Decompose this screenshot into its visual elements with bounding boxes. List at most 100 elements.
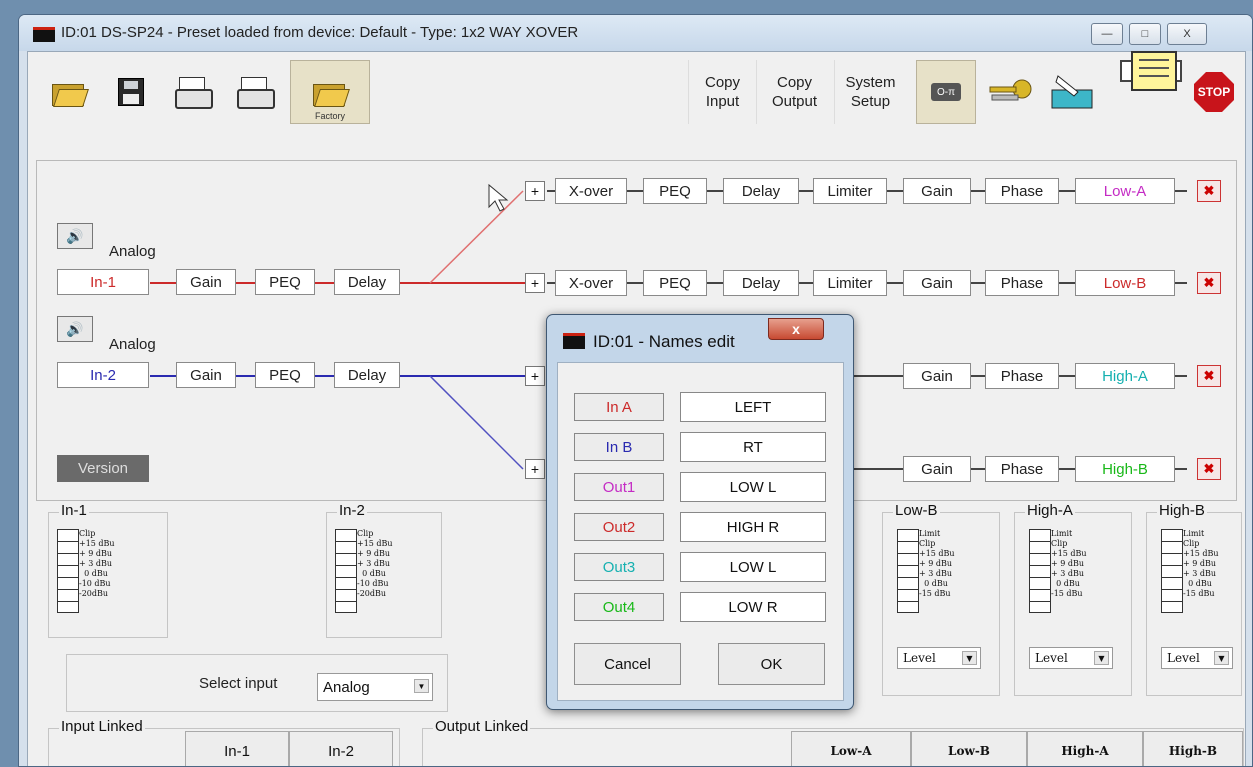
out3-phase-button[interactable]: Phase xyxy=(985,363,1059,389)
select-input-label: Select input xyxy=(199,675,278,692)
keys-button[interactable] xyxy=(980,60,1040,124)
lowb-level-select[interactable]: Level ▼ xyxy=(897,647,981,669)
stop-button[interactable]: STOP xyxy=(1186,60,1242,124)
notes-button[interactable] xyxy=(1120,51,1182,91)
maximize-button[interactable]: □ xyxy=(1129,23,1161,45)
speaker-icon-in1[interactable]: 🔊 xyxy=(57,223,93,249)
out3-name-box[interactable]: High-A xyxy=(1075,363,1175,389)
out4-gain-button[interactable]: Gain xyxy=(903,456,971,482)
version-button[interactable]: Version xyxy=(57,455,149,482)
input1-type: Analog xyxy=(109,243,156,260)
link-higha-button[interactable]: High-A xyxy=(1027,731,1143,766)
link-in1-button[interactable]: In-1 xyxy=(185,731,289,766)
out2-peq-button[interactable]: PEQ xyxy=(643,270,707,296)
factory-button[interactable]: Factory xyxy=(290,60,370,124)
lowb-select-value: Level xyxy=(903,651,936,665)
copy-input-button[interactable]: Copy Input xyxy=(688,60,756,124)
close-window-button[interactable]: X xyxy=(1167,23,1207,45)
dialog-close-button[interactable]: x xyxy=(768,318,824,340)
in2-meter-scale: Clip +15 dBu + 9 dBu + 3 dBu 0 dBu -10 d… xyxy=(357,529,393,598)
select-input-dropdown[interactable]: Analog ▼ xyxy=(317,673,433,701)
highb-meter-title: High-B xyxy=(1157,502,1207,519)
in1-gain-button[interactable]: Gain xyxy=(176,269,236,295)
in2-peq-button[interactable]: PEQ xyxy=(255,362,315,388)
name-field-in-b[interactable]: RT xyxy=(680,432,826,462)
name-label-out3[interactable]: Out3 xyxy=(574,553,664,581)
copy-input-label-2: Input xyxy=(705,93,740,110)
factory-label: Factory xyxy=(314,111,345,121)
cancel-button[interactable]: Cancel xyxy=(574,643,681,685)
name-field-in-a[interactable]: LEFT xyxy=(680,392,826,422)
copy-output-button[interactable]: Copy Output xyxy=(756,60,832,124)
out2-xover-button[interactable]: X-over xyxy=(555,270,627,296)
print-button[interactable] xyxy=(162,60,224,124)
device-button[interactable] xyxy=(1044,60,1104,124)
out1-phase-button[interactable]: Phase xyxy=(985,178,1059,204)
input2-type: Analog xyxy=(109,336,156,353)
lock-button[interactable]: O-π xyxy=(916,60,976,124)
out3-plus-button[interactable]: + xyxy=(525,366,545,386)
system-setup-button[interactable]: System Setup xyxy=(834,60,906,124)
in1-meter-group: In-1 Clip +15 dBu + 9 dBu + 3 dBu 0 dBu … xyxy=(48,502,168,638)
out4-phase-button[interactable]: Phase xyxy=(985,456,1059,482)
lowb-meter-scale: Limit Clip +15 dBu + 9 dBu + 3 dBu 0 dBu… xyxy=(919,529,955,598)
name-field-out3[interactable]: LOW L xyxy=(680,552,826,582)
in1-peq-button[interactable]: PEQ xyxy=(255,269,315,295)
out1-name-box[interactable]: Low-A xyxy=(1075,178,1175,204)
link-lowa-button[interactable]: Low-A xyxy=(791,731,911,766)
higha-level-select[interactable]: Level ▼ xyxy=(1029,647,1113,669)
out4-name-box[interactable]: High-B xyxy=(1075,456,1175,482)
ok-button[interactable]: OK xyxy=(718,643,825,685)
name-label-out1[interactable]: Out1 xyxy=(574,473,664,501)
minimize-button[interactable]: — xyxy=(1091,23,1123,45)
name-label-out4[interactable]: Out4 xyxy=(574,593,664,621)
out2-gain-button[interactable]: Gain xyxy=(903,270,971,296)
out2-phase-button[interactable]: Phase xyxy=(985,270,1059,296)
save-button[interactable] xyxy=(100,60,162,124)
highb-level-select[interactable]: Level ▼ xyxy=(1161,647,1233,669)
copy-input-label-1: Copy xyxy=(704,74,741,91)
out2-plus-button[interactable]: + xyxy=(525,273,545,293)
out1-peq-button[interactable]: PEQ xyxy=(643,178,707,204)
speaker-icon-in2[interactable]: 🔊 xyxy=(57,316,93,342)
open-file-button[interactable] xyxy=(38,60,100,124)
lowb-meter-group: Low-B Limit Clip +15 dBu + 9 dBu + 3 dBu… xyxy=(882,502,1000,696)
input1-name-box[interactable]: In-1 xyxy=(57,269,149,295)
out1-delay-button[interactable]: Delay xyxy=(723,178,799,204)
name-label-out2[interactable]: Out2 xyxy=(574,513,664,541)
out2-name-box[interactable]: Low-B xyxy=(1075,270,1175,296)
out4-plus-button[interactable]: + xyxy=(525,459,545,479)
input-linked-group: Input Linked In-1 In-2 xyxy=(48,718,400,766)
name-label-in-a[interactable]: In A xyxy=(574,393,664,421)
out1-xover-button[interactable]: X-over xyxy=(555,178,627,204)
out4-delete-icon[interactable]: ✖ xyxy=(1197,458,1221,480)
output-linked-title: Output Linked xyxy=(433,718,531,735)
out1-gain-button[interactable]: Gain xyxy=(903,178,971,204)
notepad-icon xyxy=(1130,51,1177,91)
in2-level-meter xyxy=(335,529,357,613)
out1-delete-icon[interactable]: ✖ xyxy=(1197,180,1221,202)
in1-delay-button[interactable]: Delay xyxy=(334,269,400,295)
out1-plus-button[interactable]: + xyxy=(525,181,545,201)
name-label-in-b[interactable]: In B xyxy=(574,433,664,461)
keys-icon xyxy=(989,79,1032,101)
link-lowb-button[interactable]: Low-B xyxy=(911,731,1027,766)
out2-delete-icon[interactable]: ✖ xyxy=(1197,272,1221,294)
link-highb-button[interactable]: High-B xyxy=(1143,731,1243,766)
out2-limiter-button[interactable]: Limiter xyxy=(813,270,887,296)
name-field-out1[interactable]: LOW L xyxy=(680,472,826,502)
out2-delay-button[interactable]: Delay xyxy=(723,270,799,296)
out1-limiter-button[interactable]: Limiter xyxy=(813,178,887,204)
name-field-out2[interactable]: HIGH R xyxy=(680,512,826,542)
copy-output-label-1: Copy xyxy=(776,74,813,91)
in2-delay-button[interactable]: Delay xyxy=(334,362,400,388)
out3-gain-button[interactable]: Gain xyxy=(903,363,971,389)
print-setup-button[interactable] xyxy=(224,60,286,124)
name-field-out4[interactable]: LOW R xyxy=(680,592,826,622)
in2-gain-button[interactable]: Gain xyxy=(176,362,236,388)
in1-meter-scale: Clip +15 dBu + 9 dBu + 3 dBu 0 dBu -10 d… xyxy=(79,529,115,598)
out3-delete-icon[interactable]: ✖ xyxy=(1197,365,1221,387)
names-edit-dialog: ID:01 - Names edit x In A LEFT In B RT O… xyxy=(546,314,854,710)
input2-name-box[interactable]: In-2 xyxy=(57,362,149,388)
link-in2-button[interactable]: In-2 xyxy=(289,731,393,766)
